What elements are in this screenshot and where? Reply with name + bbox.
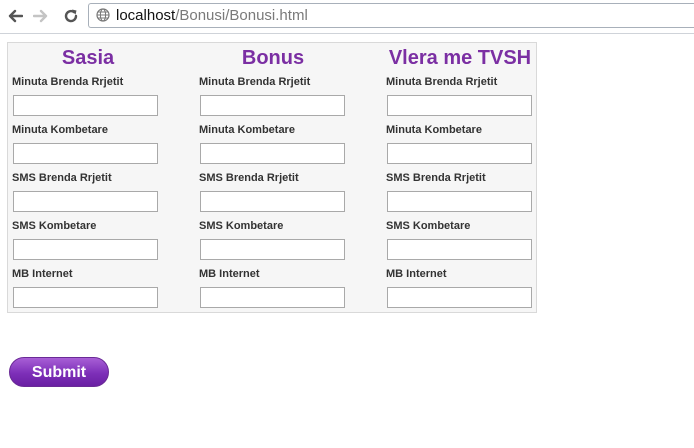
field-label: Minuta Kombetare [199, 124, 295, 136]
vlera-sms-brenda-rrjetit-input[interactable] [387, 191, 532, 212]
back-arrow-icon [8, 9, 23, 23]
field-label: SMS Brenda Rrjetit [12, 172, 112, 184]
field-label: MB Internet [12, 268, 73, 280]
field-label: Minuta Kombetare [386, 124, 482, 136]
url-host: localhost [116, 7, 176, 24]
field-label: MB Internet [386, 268, 447, 280]
url-path: /Bonusi/Bonusi.html [175, 7, 308, 24]
address-bar[interactable]: localhost/Bonusi/Bonusi.html [88, 3, 694, 28]
reload-button[interactable] [60, 5, 82, 27]
field-label: Minuta Brenda Rrjetit [386, 76, 498, 88]
url-text: localhost/Bonusi/Bonusi.html [116, 7, 308, 24]
field-label: SMS Brenda Rrjetit [386, 172, 486, 184]
column-header: Vlera me TVSH [388, 47, 532, 69]
forward-arrow-icon [33, 9, 48, 23]
forward-button[interactable] [30, 5, 52, 27]
bonus-sms-brenda-rrjetit-input[interactable] [200, 191, 345, 212]
bonus-minuta-kombetare-input[interactable] [200, 143, 345, 164]
field-label: Minuta Brenda Rrjetit [12, 76, 124, 88]
sasia-minuta-kombetare-input[interactable] [13, 143, 158, 164]
sasia-minuta-brenda-rrjetit-input[interactable] [13, 95, 158, 116]
field-label: MB Internet [199, 268, 260, 280]
sasia-sms-kombetare-input[interactable] [13, 239, 158, 260]
sasia-mb-internet-input[interactable] [13, 287, 158, 308]
bonus-minuta-brenda-rrjetit-input[interactable] [200, 95, 345, 116]
browser-toolbar: localhost/Bonusi/Bonusi.html [0, 0, 694, 34]
field-label: SMS Kombetare [12, 220, 97, 232]
back-button[interactable] [4, 5, 26, 27]
reload-icon [64, 9, 78, 23]
bonus-form-table: Sasia Minuta Brenda Rrjetit Minuta Kombe… [7, 42, 537, 313]
field-label: SMS Kombetare [199, 220, 284, 232]
bonus-sms-kombetare-input[interactable] [200, 239, 345, 260]
sasia-sms-brenda-rrjetit-input[interactable] [13, 191, 158, 212]
vlera-minuta-kombetare-input[interactable] [387, 143, 532, 164]
column-header: Sasia [61, 47, 115, 69]
field-label: SMS Kombetare [386, 220, 471, 232]
submit-button[interactable]: Submit [9, 357, 109, 387]
field-label: Minuta Brenda Rrjetit [199, 76, 311, 88]
field-label: Minuta Kombetare [12, 124, 108, 136]
field-label: SMS Brenda Rrjetit [199, 172, 299, 184]
vlera-sms-kombetare-input[interactable] [387, 239, 532, 260]
vlera-mb-internet-input[interactable] [387, 287, 532, 308]
column-header: Bonus [241, 47, 305, 69]
bonus-mb-internet-input[interactable] [200, 287, 345, 308]
vlera-minuta-brenda-rrjetit-input[interactable] [387, 95, 532, 116]
page-globe-icon [96, 8, 110, 22]
